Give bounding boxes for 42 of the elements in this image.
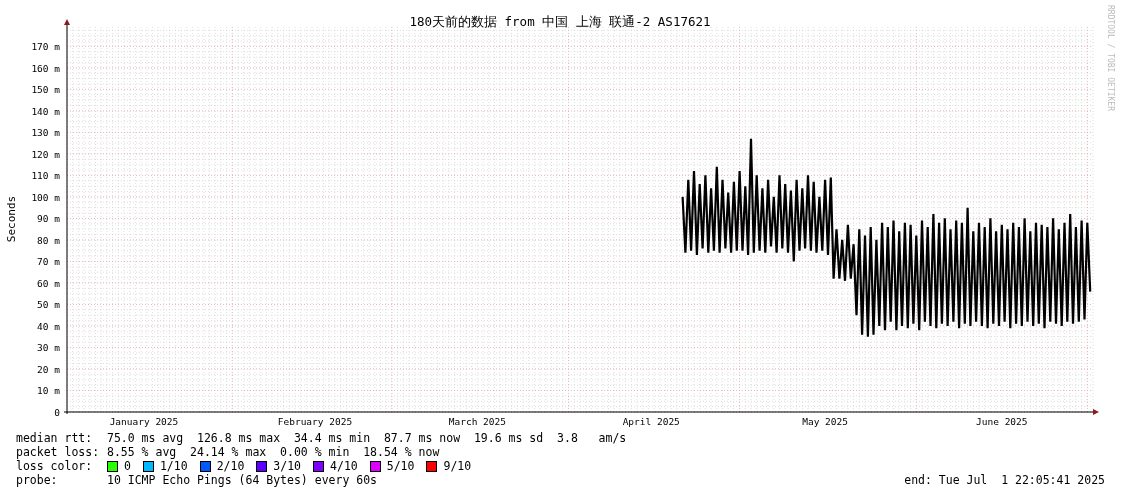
loss-color-label: 3/10 [273,459,302,473]
loss-color-label: 9/10 [443,459,472,473]
y-tick-label: 120 m [31,148,60,160]
chart-title: 180天前的数据 from 中国 上海 联通-2 AS17621 [409,14,711,29]
y-tick-label: 160 m [31,62,60,74]
x-tick-label: February 2025 [277,416,353,427]
loss-color-label: 4/10 [330,459,358,473]
y-tick-label: 100 m [31,191,60,203]
y-tick-label: 0 [54,407,60,418]
y-tick-label: 50 m [37,299,60,311]
packet-loss-stats: 8.55 % avg 24.14 % max 0.00 % min 18.54 % now [107,445,440,459]
loss-color-label: 2/10 [216,459,245,473]
y-tick-label: 60 m [37,277,60,289]
end-time: end: Tue Jul 1 22:05:41 2025 [904,473,1105,487]
loss-color-label: 0 [124,459,131,473]
y-tick-label: 150 m [31,84,60,96]
y-tick-label: 20 m [37,364,60,375]
loss-color-label: 5/10 [386,459,415,473]
x-tick-label: January 2025 [109,416,179,427]
legend-label: packet loss: [16,445,101,459]
legend-label: probe: [16,473,59,487]
x-tick-label: May 2025 [802,416,848,427]
legend-label: median rtt: [16,431,94,445]
y-tick-label: 70 m [37,256,60,268]
y-tick-label: 40 m [37,320,60,332]
legend-label: loss color: [16,459,94,473]
y-tick-label: 10 m [37,385,60,397]
y-tick-label: 170 m [31,41,60,53]
probe-text: 10 ICMP Echo Pings (64 Bytes) every 60s [107,473,378,487]
loss-color-label: 1/10 [159,459,188,473]
y-axis-label: Seconds [5,195,18,243]
y-tick-label: 110 m [31,170,60,182]
y-tick-label: 140 m [31,105,60,117]
x-tick-label: April 2025 [622,416,680,427]
credit-text: RRDTOOL / TOBI OETIKER [1106,5,1115,111]
y-tick-label: 130 m [31,127,60,139]
y-tick-label: 30 m [37,342,60,354]
median-rtt-stats: 75.0 ms avg 126.8 ms max 34.4 ms min 87.7 ms now 19.6 ms sd 3.8 am/s [107,431,627,445]
x-tick-label: June 2025 [976,416,1028,427]
y-tick-label: 80 m [37,234,60,246]
y-tick-label: 90 m [37,213,60,225]
x-tick-label: March 2025 [448,416,506,427]
